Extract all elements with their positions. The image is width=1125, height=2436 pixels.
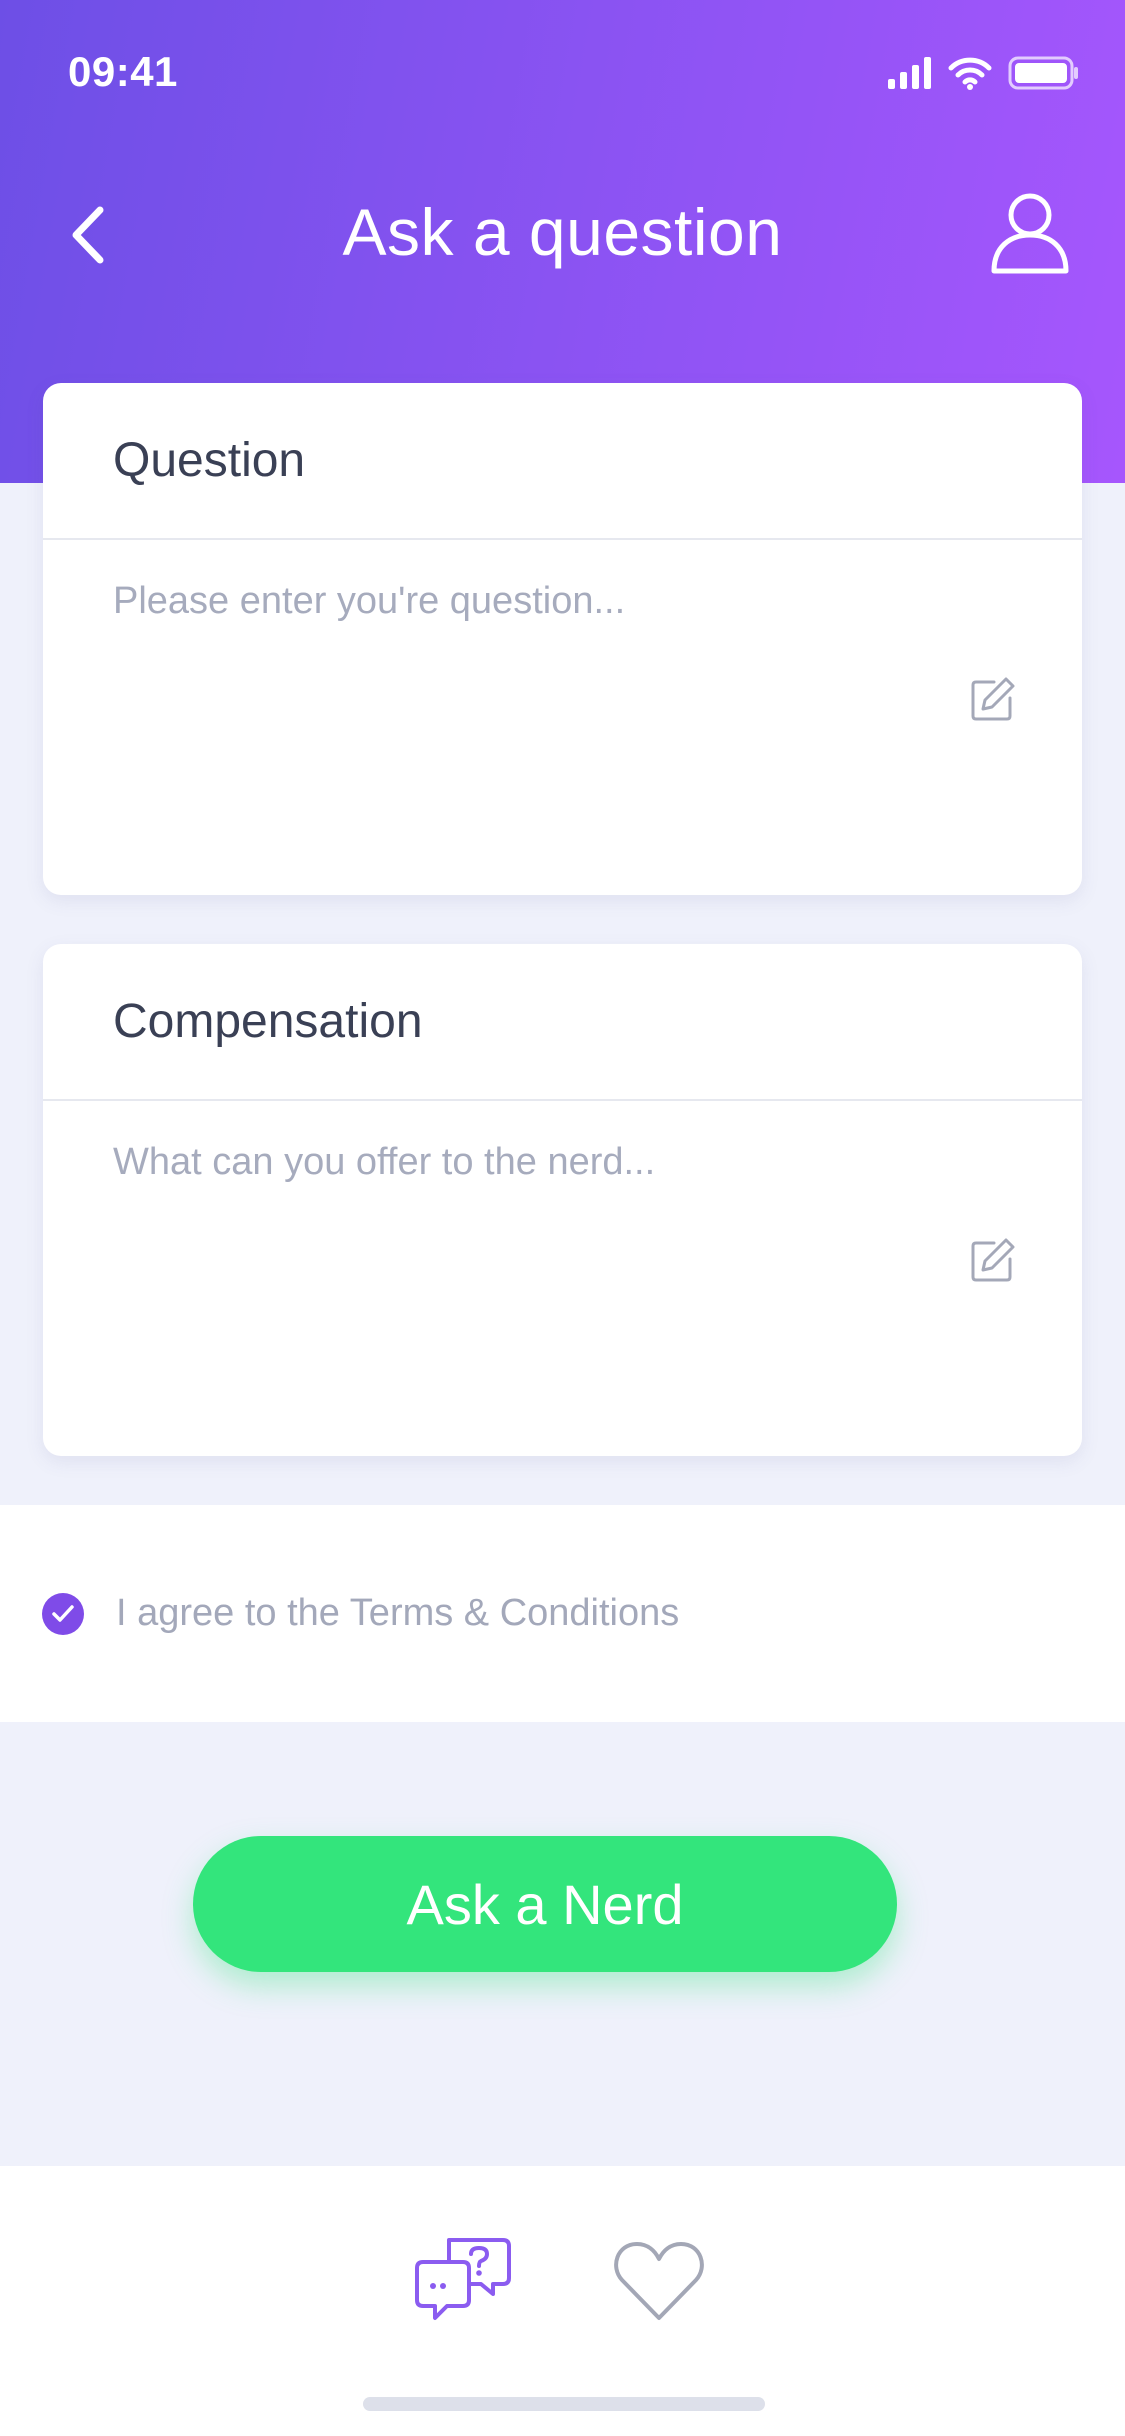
terms-row: I agree to the Terms & Conditions [0, 1505, 1125, 1722]
compensation-input[interactable] [113, 1141, 933, 1184]
profile-button[interactable] [985, 188, 1075, 278]
battery-icon [1008, 56, 1078, 90]
user-icon [991, 193, 1069, 274]
compensation-label: Compensation [113, 995, 423, 1048]
tab-bar [0, 2166, 1125, 2436]
question-card-header: Question [43, 383, 1082, 540]
status-time: 09:41 [68, 48, 178, 95]
checkmark-icon [52, 1604, 74, 1622]
compensation-card-body [43, 1101, 1082, 1456]
edit-icon[interactable] [970, 676, 1016, 722]
tab-favorites[interactable] [612, 2238, 706, 2324]
terms-checkbox[interactable] [42, 1592, 84, 1635]
signal-icon [888, 57, 931, 89]
page-title: Ask a question [342, 195, 783, 269]
question-card: Question [43, 383, 1082, 895]
terms-label[interactable]: I agree to the Terms & Conditions [116, 1592, 679, 1635]
nav-bar: Ask a question [0, 170, 1125, 300]
ask-nerd-button[interactable]: Ask a Nerd [193, 1836, 897, 1972]
heart-icon [614, 2242, 704, 2320]
compensation-card-header: Compensation [43, 944, 1082, 1101]
home-indicator [363, 2397, 765, 2411]
wifi-icon [948, 57, 992, 90]
compensation-card: Compensation [43, 944, 1082, 1456]
question-chat-icon [415, 2238, 511, 2320]
status-icons [888, 56, 1080, 90]
question-card-body [43, 540, 1082, 895]
edit-icon[interactable] [970, 1237, 1016, 1283]
question-label: Question [113, 434, 306, 487]
tab-questions[interactable] [413, 2234, 513, 2324]
status-bar: 09:41 [0, 0, 1125, 140]
question-input[interactable] [113, 580, 933, 623]
